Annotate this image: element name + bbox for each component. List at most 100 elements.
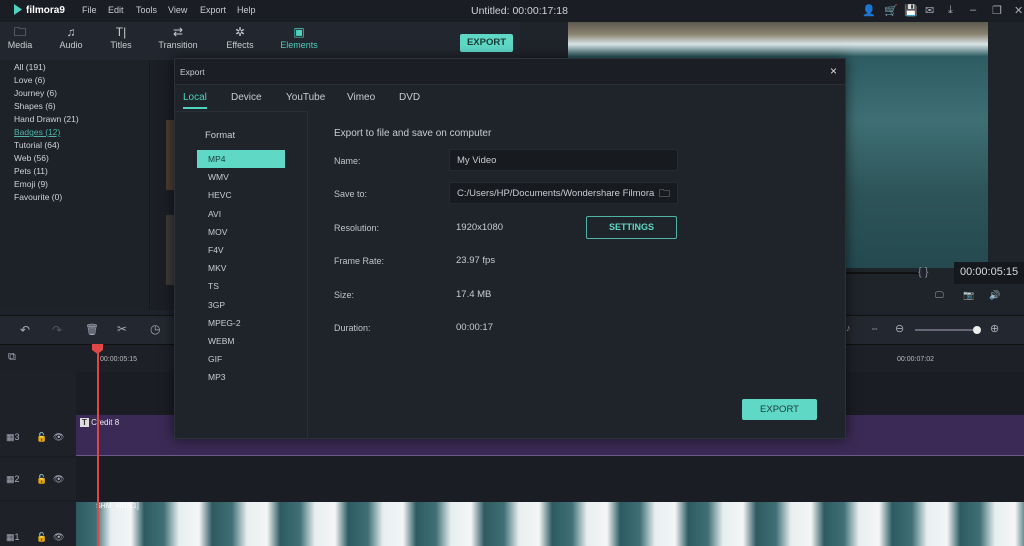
zoom-in-icon[interactable]: ⊕	[990, 322, 999, 335]
export-button[interactable]: EXPORT	[460, 34, 513, 52]
track-header-2: ▦2 🔓 👁	[0, 458, 76, 500]
category-list: All (191) Love (6) Journey (6) Shapes (6) Ha…	[0, 60, 150, 310]
category-item[interactable]: Favourite (0)	[14, 192, 62, 202]
tab-label: Media	[7, 40, 33, 50]
add-track-icon[interactable]: ⧉	[8, 351, 16, 364]
restore-icon[interactable]: ❐	[992, 4, 1002, 17]
eye-icon[interactable]: 👁	[53, 432, 64, 443]
lock-icon[interactable]: 🔓	[36, 474, 47, 485]
menu-file[interactable]: File	[82, 5, 97, 15]
audio-mixer-icon[interactable]: ♪	[846, 323, 851, 333]
playhead[interactable]	[97, 345, 99, 546]
format-item-mp4[interactable]: MP4	[197, 150, 285, 168]
cart-icon[interactable]: 🛒	[884, 4, 898, 17]
category-item[interactable]: Journey (6)	[14, 88, 57, 98]
tab-label: Effects	[226, 40, 254, 50]
transition-icon: ⇄	[172, 25, 184, 39]
dialog-close-icon[interactable]: ×	[830, 64, 837, 78]
resolution-label: Resolution:	[334, 223, 380, 233]
zoom-slider[interactable]	[915, 329, 977, 331]
menu-view[interactable]: View	[168, 5, 187, 15]
format-item-avi[interactable]: AVI	[197, 205, 285, 223]
clip-name: SHM_4818[1]	[96, 503, 139, 510]
delete-icon[interactable]: 🗑	[85, 323, 99, 336]
category-item[interactable]: Hand Drawn (21)	[14, 114, 79, 124]
folder-icon[interactable]: 🗀	[659, 185, 670, 204]
duration-value: 00:00:17	[456, 322, 493, 333]
tab-elements[interactable]: ▣ Elements	[274, 22, 324, 50]
tab-local[interactable]: Local	[183, 92, 207, 109]
undo-icon[interactable]: ↶	[20, 323, 30, 337]
export-dialog: Export × Local Device YouTube Vimeo DVD …	[174, 58, 846, 439]
settings-button[interactable]: SETTINGS	[586, 216, 677, 239]
media-toolbar: 🗀 Media ♫ Audio T| Titles ⇄ Transition ✲ Effe…	[0, 22, 520, 60]
format-item-3gp[interactable]: 3GP	[197, 296, 285, 314]
tab-media[interactable]: 🗀 Media	[0, 22, 45, 50]
menu-tools[interactable]: Tools	[136, 5, 157, 15]
tab-label: Elements	[280, 40, 318, 50]
tab-audio[interactable]: ♫ Audio	[46, 22, 96, 50]
snapshot-icon[interactable]: 📷	[963, 290, 974, 301]
music-note-icon: ♫	[66, 25, 76, 39]
zoom-slider-handle[interactable]	[973, 326, 981, 334]
category-item[interactable]: Pets (11)	[14, 166, 48, 176]
category-item[interactable]: Badges (12)	[14, 127, 60, 137]
format-item-wmv[interactable]: WMV	[197, 168, 285, 186]
lock-icon[interactable]: 🔓	[36, 432, 47, 443]
category-item[interactable]: Shapes (6)	[14, 101, 56, 111]
mail-icon[interactable]: ✉	[925, 4, 934, 17]
cut-icon[interactable]: ✂	[117, 322, 127, 336]
dialog-export-button[interactable]: EXPORT	[742, 399, 817, 420]
tab-dvd[interactable]: DVD	[399, 92, 420, 103]
volume-icon[interactable]: 🔊	[989, 290, 1000, 301]
track-type-icon: ▦3	[6, 432, 20, 442]
fit-timeline-icon[interactable]: ⇔	[870, 323, 879, 333]
save-icon[interactable]: 💾	[904, 4, 918, 17]
eye-icon[interactable]: 👁	[53, 474, 64, 485]
format-item-mkv[interactable]: MKV	[197, 259, 285, 277]
menu-export[interactable]: Export	[200, 5, 226, 15]
format-item-hevc[interactable]: HEVC	[197, 186, 285, 204]
category-item[interactable]: Love (6)	[14, 75, 45, 85]
name-input[interactable]: My Video	[449, 149, 678, 171]
format-item-mov[interactable]: MOV	[197, 223, 285, 241]
tab-vimeo[interactable]: Vimeo	[347, 92, 375, 103]
format-item-mp3[interactable]: MP3	[197, 368, 285, 386]
format-heading: Format	[205, 130, 236, 141]
redo-icon[interactable]: ↷	[52, 323, 62, 337]
render-preview-icon[interactable]: 🖵	[935, 290, 944, 301]
lock-icon[interactable]: 🔓	[36, 532, 47, 543]
tab-transition[interactable]: ⇄ Transition	[153, 22, 203, 50]
format-item-gif[interactable]: GIF	[197, 350, 285, 368]
format-item-f4v[interactable]: F4V	[197, 241, 285, 259]
menu-help[interactable]: Help	[237, 5, 256, 15]
video-clip[interactable]: SHM_4818[1]	[76, 502, 1024, 546]
mark-in-out-icon[interactable]: { }	[918, 266, 928, 278]
download-icon[interactable]: ⤓	[948, 4, 953, 17]
format-item-mpeg-2[interactable]: MPEG-2	[197, 314, 285, 332]
tab-device[interactable]: Device	[231, 92, 262, 103]
speed-icon[interactable]: ◷	[150, 322, 160, 336]
save-to-input[interactable]: C:/Users/HP/Documents/Wondershare Filmor…	[449, 182, 678, 204]
account-icon[interactable]: 👤	[862, 4, 876, 17]
format-list: Format MP4 WMV HEVC AVI MOV F4V MKV TS 3GP MPEG-2…	[175, 111, 308, 439]
zoom-out-icon[interactable]: ⊖	[895, 322, 904, 335]
category-item[interactable]: Web (56)	[14, 153, 49, 163]
tab-effects[interactable]: ✲ Effects	[215, 22, 265, 50]
minimize-icon[interactable]: –	[970, 4, 976, 16]
resolution-value: 1920x1080	[456, 222, 504, 233]
format-item-ts[interactable]: TS	[197, 277, 285, 295]
category-item[interactable]: All (191)	[14, 62, 46, 72]
category-item[interactable]: Emoji (9)	[14, 179, 48, 189]
close-icon[interactable]: ✕	[1014, 4, 1023, 17]
menu-edit[interactable]: Edit	[108, 5, 124, 15]
tab-youtube[interactable]: YouTube	[286, 92, 325, 103]
format-item-webm[interactable]: WEBM	[197, 332, 285, 350]
save-to-label: Save to:	[334, 189, 368, 199]
dialog-title: Export	[180, 67, 205, 77]
category-item[interactable]: Tutorial (64)	[14, 140, 60, 150]
tab-titles[interactable]: T| Titles	[96, 22, 146, 50]
eye-icon[interactable]: 👁	[53, 532, 64, 543]
logo-text: filmora9	[26, 5, 65, 16]
clip-name: Credit 8	[91, 418, 120, 427]
